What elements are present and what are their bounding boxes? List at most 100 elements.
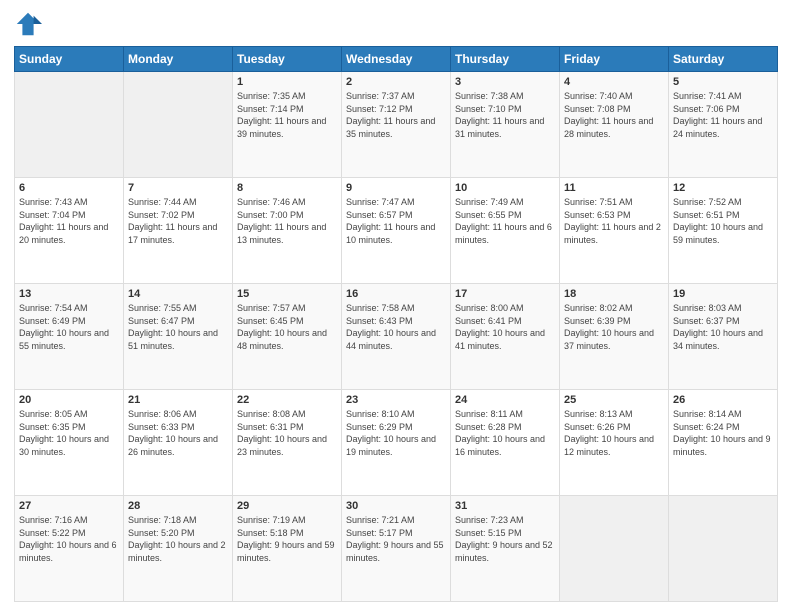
day-number: 13	[19, 288, 119, 300]
day-number: 27	[19, 500, 119, 512]
calendar-cell: 16 Sunrise: 7:58 AMSunset: 6:43 PMDayligh…	[342, 284, 451, 390]
calendar-cell: 7Sunrise: 7:44 AMSunset: 7:02 PMDaylight…	[124, 178, 233, 284]
day-info: Sunrise: 7:37 AMSunset: 7:12 PMDaylight:…	[346, 90, 446, 140]
day-info: Sunrise: 8:00 AMSunset: 6:41 PMDaylight:…	[455, 302, 555, 352]
day-number: 3	[455, 76, 555, 88]
day-info: Sunrise: 7:16 AMSunset: 5:22 PMDaylight:…	[19, 514, 119, 564]
day-info: Sunrise: 8:08 AMSunset: 6:31 PMDaylight:…	[237, 408, 337, 458]
calendar-cell: 3Sunrise: 7:38 AMSunset: 7:10 PMDaylight…	[451, 72, 560, 178]
week-row-2: 6Sunrise: 7:43 AMSunset: 7:04 PMDaylight…	[15, 178, 778, 284]
header-day-monday: Monday	[124, 47, 233, 72]
calendar-cell: 15 Sunrise: 7:57 AMSunset: 6:45 PMDayligh…	[233, 284, 342, 390]
day-info: Sunrise: 7:58 AMSunset: 6:43 PMDaylight:…	[346, 302, 446, 352]
header-day-friday: Friday	[560, 47, 669, 72]
calendar-cell: 13 Sunrise: 7:54 AMSunset: 6:49 PMDayligh…	[15, 284, 124, 390]
logo-icon	[14, 10, 42, 38]
day-info: Sunrise: 8:05 AMSunset: 6:35 PMDaylight:…	[19, 408, 119, 458]
calendar-cell	[560, 496, 669, 602]
day-number: 2	[346, 76, 446, 88]
day-number: 30	[346, 500, 446, 512]
calendar-cell: 22 Sunrise: 8:08 AMSunset: 6:31 PMDayligh…	[233, 390, 342, 496]
calendar-table: SundayMondayTuesdayWednesdayThursdayFrid…	[14, 46, 778, 602]
logo	[14, 10, 46, 38]
calendar-cell: 18Sunrise: 8:02 AMSunset: 6:39 PMDayligh…	[560, 284, 669, 390]
header-day-wednesday: Wednesday	[342, 47, 451, 72]
calendar-cell: 21Sunrise: 8:06 AMSunset: 6:33 PMDayligh…	[124, 390, 233, 496]
calendar-cell: 25Sunrise: 8:13 AMSunset: 6:26 PMDayligh…	[560, 390, 669, 496]
day-info: Sunrise: 7:41 AMSunset: 7:06 PMDaylight:…	[673, 90, 773, 140]
calendar-cell: 19 Sunrise: 8:03 AMSunset: 6:37 PMDayligh…	[669, 284, 778, 390]
calendar-cell: 4 Sunrise: 7:40 AMSunset: 7:08 PMDaylight…	[560, 72, 669, 178]
day-number: 1	[237, 76, 337, 88]
day-number: 23	[346, 394, 446, 406]
day-info: Sunrise: 8:13 AMSunset: 6:26 PMDaylight:…	[564, 408, 664, 458]
day-number: 20	[19, 394, 119, 406]
day-number: 4	[564, 76, 664, 88]
day-info: Sunrise: 7:47 AMSunset: 6:57 PMDaylight:…	[346, 196, 446, 246]
day-info: Sunrise: 7:52 AMSunset: 6:51 PMDaylight:…	[673, 196, 773, 246]
day-info: Sunrise: 7:35 AMSunset: 7:14 PMDaylight:…	[237, 90, 337, 140]
page: SundayMondayTuesdayWednesdayThursdayFrid…	[0, 0, 792, 612]
day-info: Sunrise: 7:18 AMSunset: 5:20 PMDaylight:…	[128, 514, 228, 564]
day-number: 31	[455, 500, 555, 512]
day-info: Sunrise: 8:10 AMSunset: 6:29 PMDaylight:…	[346, 408, 446, 458]
calendar-cell: 30 Sunrise: 7:21 AMSunset: 5:17 PMDayligh…	[342, 496, 451, 602]
calendar-cell: 14 Sunrise: 7:55 AMSunset: 6:47 PMDayligh…	[124, 284, 233, 390]
day-number: 7	[128, 182, 228, 194]
day-number: 15	[237, 288, 337, 300]
day-number: 8	[237, 182, 337, 194]
day-number: 24	[455, 394, 555, 406]
day-number: 10	[455, 182, 555, 194]
day-number: 26	[673, 394, 773, 406]
day-info: Sunrise: 7:43 AMSunset: 7:04 PMDaylight:…	[19, 196, 119, 246]
week-row-5: 27 Sunrise: 7:16 AMSunset: 5:22 PMDayligh…	[15, 496, 778, 602]
calendar-cell: 1 Sunrise: 7:35 AMSunset: 7:14 PMDaylight…	[233, 72, 342, 178]
calendar-cell: 27 Sunrise: 7:16 AMSunset: 5:22 PMDayligh…	[15, 496, 124, 602]
day-number: 9	[346, 182, 446, 194]
day-info: Sunrise: 8:02 AMSunset: 6:39 PMDaylight:…	[564, 302, 664, 352]
day-number: 14	[128, 288, 228, 300]
calendar-header: SundayMondayTuesdayWednesdayThursdayFrid…	[15, 47, 778, 72]
day-info: Sunrise: 7:51 AMSunset: 6:53 PMDaylight:…	[564, 196, 664, 246]
calendar-cell: 8 Sunrise: 7:46 AMSunset: 7:00 PMDaylight…	[233, 178, 342, 284]
calendar-cell: 2 Sunrise: 7:37 AMSunset: 7:12 PMDaylight…	[342, 72, 451, 178]
week-row-1: 1 Sunrise: 7:35 AMSunset: 7:14 PMDaylight…	[15, 72, 778, 178]
calendar-cell: 31 Sunrise: 7:23 AMSunset: 5:15 PMDayligh…	[451, 496, 560, 602]
day-info: Sunrise: 7:46 AMSunset: 7:00 PMDaylight:…	[237, 196, 337, 246]
calendar-cell	[124, 72, 233, 178]
day-info: Sunrise: 7:57 AMSunset: 6:45 PMDaylight:…	[237, 302, 337, 352]
calendar-cell	[15, 72, 124, 178]
day-number: 5	[673, 76, 773, 88]
day-number: 21	[128, 394, 228, 406]
week-row-4: 20 Sunrise: 8:05 AMSunset: 6:35 PMDayligh…	[15, 390, 778, 496]
calendar-cell: 23 Sunrise: 8:10 AMSunset: 6:29 PMDayligh…	[342, 390, 451, 496]
day-info: Sunrise: 7:40 AMSunset: 7:08 PMDaylight:…	[564, 90, 664, 140]
calendar-cell: 29Sunrise: 7:19 AMSunset: 5:18 PMDayligh…	[233, 496, 342, 602]
header-day-thursday: Thursday	[451, 47, 560, 72]
calendar-cell	[669, 496, 778, 602]
day-number: 12	[673, 182, 773, 194]
header-day-sunday: Sunday	[15, 47, 124, 72]
calendar-cell: 20 Sunrise: 8:05 AMSunset: 6:35 PMDayligh…	[15, 390, 124, 496]
day-info: Sunrise: 7:23 AMSunset: 5:15 PMDaylight:…	[455, 514, 555, 564]
calendar-cell: 12 Sunrise: 7:52 AMSunset: 6:51 PMDayligh…	[669, 178, 778, 284]
calendar-cell: 11 Sunrise: 7:51 AMSunset: 6:53 PMDayligh…	[560, 178, 669, 284]
day-info: Sunrise: 8:03 AMSunset: 6:37 PMDaylight:…	[673, 302, 773, 352]
day-info: Sunrise: 7:55 AMSunset: 6:47 PMDaylight:…	[128, 302, 228, 352]
day-number: 22	[237, 394, 337, 406]
day-number: 19	[673, 288, 773, 300]
day-number: 29	[237, 500, 337, 512]
calendar-cell: 24Sunrise: 8:11 AMSunset: 6:28 PMDayligh…	[451, 390, 560, 496]
calendar-body: 1 Sunrise: 7:35 AMSunset: 7:14 PMDaylight…	[15, 72, 778, 602]
day-number: 11	[564, 182, 664, 194]
calendar-cell: 9 Sunrise: 7:47 AMSunset: 6:57 PMDaylight…	[342, 178, 451, 284]
calendar-cell: 5 Sunrise: 7:41 AMSunset: 7:06 PMDaylight…	[669, 72, 778, 178]
header-row: SundayMondayTuesdayWednesdayThursdayFrid…	[15, 47, 778, 72]
calendar-cell: 17Sunrise: 8:00 AMSunset: 6:41 PMDayligh…	[451, 284, 560, 390]
header-day-tuesday: Tuesday	[233, 47, 342, 72]
calendar-cell: 6Sunrise: 7:43 AMSunset: 7:04 PMDaylight…	[15, 178, 124, 284]
calendar-cell: 26Sunrise: 8:14 AMSunset: 6:24 PMDayligh…	[669, 390, 778, 496]
day-number: 16	[346, 288, 446, 300]
day-info: Sunrise: 7:21 AMSunset: 5:17 PMDaylight:…	[346, 514, 446, 564]
day-info: Sunrise: 7:54 AMSunset: 6:49 PMDaylight:…	[19, 302, 119, 352]
